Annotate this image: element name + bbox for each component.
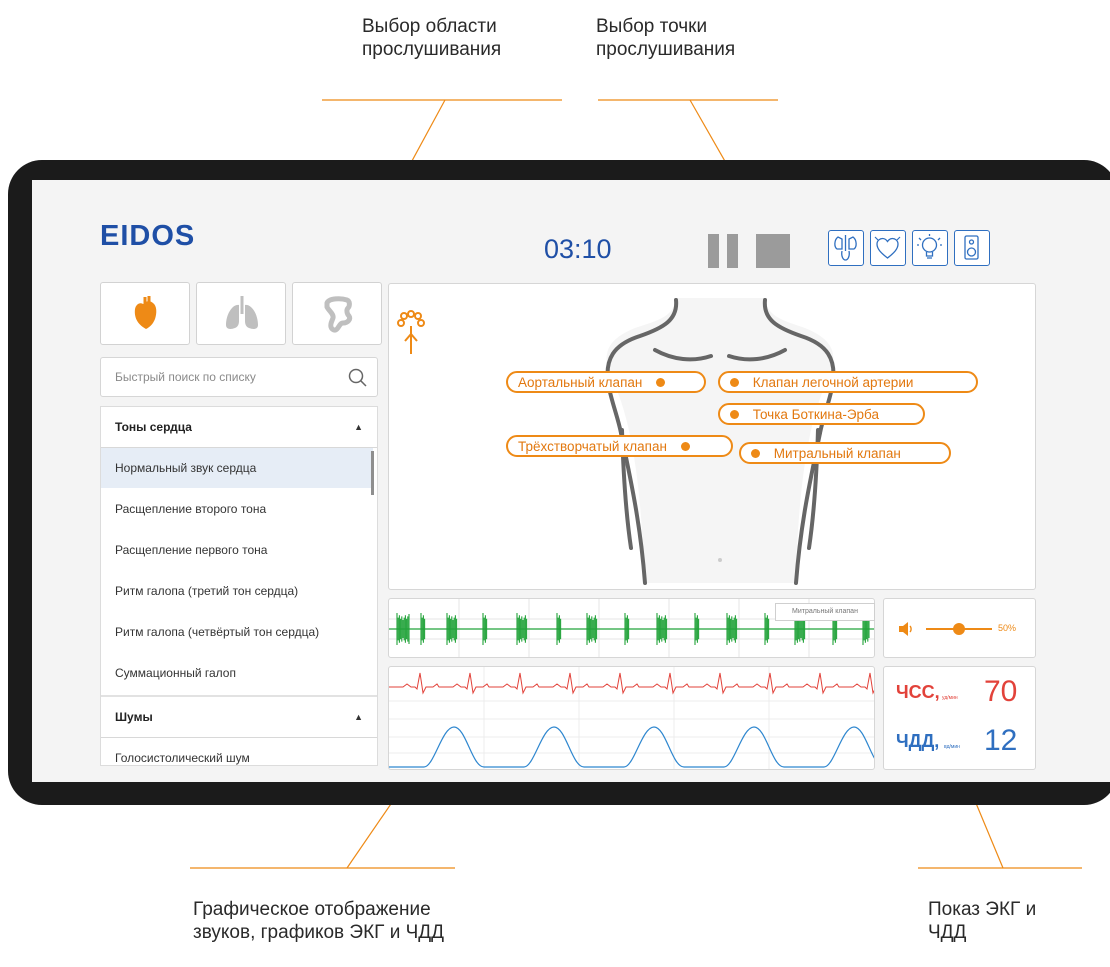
collapse-caret-icon[interactable]: ▲ [354, 407, 363, 447]
heart-icon [134, 296, 157, 329]
heart-rate-value: 70 [984, 675, 1018, 708]
resp-rate-label: ЧДД, [896, 731, 940, 751]
section-title: Шумы [115, 710, 153, 724]
volume-panel: 50% [883, 598, 1036, 658]
point-label: Трёхстворчатый клапан [518, 439, 667, 454]
point-tricuspid-valve[interactable]: Трёхстворчатый клапан [506, 435, 733, 457]
intestine-icon [324, 296, 353, 333]
list-item[interactable]: Ритм галопа (четвёртый тон сердца) [101, 612, 373, 652]
volume-icon[interactable] [896, 619, 916, 639]
point-dot [730, 377, 739, 387]
section-title: Тоны сердца [115, 420, 192, 434]
tree-arrow-icon[interactable] [394, 308, 428, 360]
heart-icon[interactable] [870, 230, 906, 266]
resp-rate-unit: вд/мин [944, 744, 960, 750]
point-label: Митральный клапан [773, 446, 901, 461]
scrollbar[interactable] [371, 451, 374, 495]
list-item[interactable]: Голосистолический шум [101, 738, 373, 765]
stop-button[interactable] [756, 234, 790, 268]
point-label: Клапан легочной артерии [752, 375, 914, 390]
point-mitral-valve[interactable]: Митральный клапан [739, 442, 951, 464]
sound-graph-tooltip: Митральный клапан [775, 603, 875, 621]
resp-rate-value: 12 [984, 724, 1018, 757]
respiration-trace [389, 726, 874, 768]
point-label: Аортальный клапан [518, 375, 643, 390]
search-icon[interactable] [347, 367, 369, 389]
point-dot [730, 409, 739, 419]
eidos-logo: EIDOS [100, 220, 196, 252]
ecg-resp-graph [389, 667, 874, 769]
search-box[interactable] [100, 357, 378, 397]
app-screen: EIDOS 03:10 Тоны сердца ▲ Нормальный зву [32, 180, 1110, 782]
heart-category-button[interactable] [100, 282, 190, 345]
point-label: Точка Боткина-Эрба [752, 407, 879, 422]
search-input[interactable] [113, 369, 337, 385]
ecg-trace [389, 672, 874, 695]
callout-point-selection: Выбор точки прослушивания [596, 16, 736, 60]
sound-list: Тоны сердца ▲ Нормальный звук сердца Рас… [100, 406, 378, 766]
list-item[interactable]: Расщепление первого тона [101, 530, 373, 570]
lightbulb-icon[interactable] [912, 230, 948, 266]
callout-graphics: Графическое отображение звуков, графиков… [193, 899, 444, 943]
callout-area-selection: Выбор области прослушивания [362, 16, 502, 60]
sound-graph-panel: Митральный клапан [388, 598, 875, 658]
collapse-caret-icon[interactable]: ▲ [354, 697, 363, 737]
ecg-resp-panel [388, 666, 875, 770]
point-botkin-erb[interactable]: Точка Боткина-Эрба [718, 403, 925, 425]
section-header-murmurs[interactable]: Шумы ▲ [101, 697, 373, 737]
list-item[interactable]: Расщепление второго тона [101, 489, 373, 529]
list-item[interactable]: Нормальный звук сердца [101, 448, 373, 488]
point-dot [656, 377, 666, 387]
point-dot [751, 448, 760, 458]
intestine-category-button[interactable] [292, 282, 382, 345]
point-dot [680, 441, 690, 451]
auscultation-panel: Аортальный клапан Клапан легочной артери… [388, 283, 1036, 590]
heart-rate-label: ЧСС, [896, 682, 940, 702]
pause-button[interactable] [708, 234, 740, 268]
lungs-icon [226, 296, 258, 329]
callout-vitals: Показ ЭКГ и ЧДД [928, 899, 1037, 943]
volume-percent: 50% [998, 623, 1017, 633]
heart-rate-unit: уд/мин [942, 695, 958, 701]
point-pulmonary-artery[interactable]: Клапан легочной артерии [718, 371, 978, 393]
volume-slider-knob[interactable] [953, 623, 965, 635]
lungs-body-icon[interactable] [828, 230, 864, 266]
section-header-heart-tones[interactable]: Тоны сердца ▲ [101, 407, 373, 447]
speaker-icon[interactable] [954, 230, 990, 266]
point-aortic-valve[interactable]: Аортальный клапан [506, 371, 706, 393]
vitals-panel: ЧСС, уд/мин 70 ЧДД, вд/мин 12 [883, 666, 1036, 770]
list-item[interactable]: Суммационный галоп [101, 653, 373, 693]
lungs-category-button[interactable] [196, 282, 286, 345]
timer: 03:10 [544, 234, 612, 264]
list-item[interactable]: Ритм галопа (третий тон сердца) [101, 571, 373, 611]
